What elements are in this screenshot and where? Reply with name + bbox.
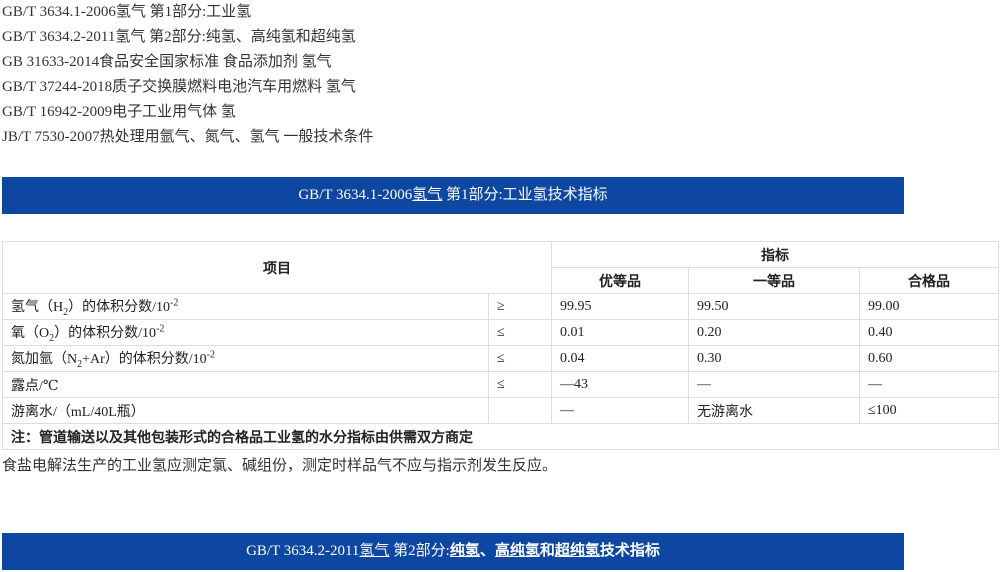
pure-hydrogen-link[interactable]: 纯氢 <box>450 543 480 559</box>
standard-item: JB/T 7530-2007热处理用氩气、氮气、氢气 一般技术条件 <box>2 129 374 145</box>
table-note-row: 注：管道输送以及其他包装形式的合格品工业氢的水分指标由供需双方商定 <box>2 423 999 450</box>
grade-header: 一等品 <box>688 267 860 294</box>
grade-header: 优等品 <box>551 267 689 294</box>
row-operator: ≤ <box>488 371 552 398</box>
table-row: 氮加氩（N2+Ar）的体积分数/10-2 ≤ 0.04 0.30 0.60 <box>2 345 999 372</box>
post-table-text: 食盐电解法生产的工业氢应测定氯、碱组份，测定时样品气不应与指示剂发生反应。 <box>2 458 558 474</box>
cell-value: 0.20 <box>688 319 860 346</box>
hydrogen-link[interactable]: 氢气 <box>359 543 389 559</box>
standard-item: GB/T 3634.1-2006氢气 第1部分:工业氢 <box>2 4 252 20</box>
row-label: 氢气（H2）的体积分数/10-2 <box>2 293 489 320</box>
table-row: 氧（O2）的体积分数/10-2 ≤ 0.01 0.20 0.40 <box>2 319 999 346</box>
cell-value: ≤100 <box>859 397 999 424</box>
row-label: 露点/℃ <box>2 371 489 398</box>
standard-item: GB/T 37244-2018质子交换膜燃料电池汽车用燃料 氢气 <box>2 79 356 95</box>
row-operator: ≥ <box>488 293 552 320</box>
cell-value: — <box>688 371 860 398</box>
cell-value: 0.30 <box>688 345 860 372</box>
cell-value: 99.50 <box>688 293 860 320</box>
section-banner-industrial: GB/T 3634.1-2006氢气 第1部分:工业氢技术指标 <box>2 177 904 214</box>
cell-value: 99.95 <box>551 293 689 320</box>
cell-value: — <box>859 371 999 398</box>
grade-header: 合格品 <box>859 267 999 294</box>
cell-value: —43 <box>551 371 689 398</box>
hydrogen-link[interactable]: 氢气 <box>412 187 442 203</box>
row-operator <box>488 397 552 424</box>
row-operator: ≤ <box>488 345 552 372</box>
standard-item: GB/T 16942-2009电子工业用气体 氢 <box>2 104 236 120</box>
row-label: 氮加氩（N2+Ar）的体积分数/10-2 <box>2 345 489 372</box>
table-note: 注：管道输送以及其他包装形式的合格品工业氢的水分指标由供需双方商定 <box>2 423 999 450</box>
cell-value: 无游离水 <box>688 397 860 424</box>
cell-value: 0.01 <box>551 319 689 346</box>
cell-value: 0.04 <box>551 345 689 372</box>
row-label: 氧（O2）的体积分数/10-2 <box>2 319 489 346</box>
row-label: 游离水/（mL/40L瓶） <box>2 397 489 424</box>
high-purity-hydrogen-link[interactable]: 高纯氢 <box>495 543 540 559</box>
col-header-item: 项目 <box>2 241 552 294</box>
banner-std-code: GB/T 3634.1-2006 <box>298 187 413 203</box>
table-row: 氢气（H2）的体积分数/10-2 ≥ 99.95 99.50 99.00 <box>2 293 999 320</box>
ultra-pure-hydrogen-link[interactable]: 超纯氢 <box>555 543 600 559</box>
cell-value: — <box>551 397 689 424</box>
standards-list: GB/T 3634.1-2006氢气 第1部分:工业氢 GB/T 3634.2-… <box>2 0 373 150</box>
row-operator: ≤ <box>488 319 552 346</box>
table-row: 游离水/（mL/40L瓶） — 无游离水 ≤100 <box>2 397 999 424</box>
spec-table: 项目 指标 优等品 一等品 合格品 氢气（H2）的体积分数/10-2 ≥ 99.… <box>2 241 999 450</box>
cell-value: 0.60 <box>859 345 999 372</box>
section-banner-pure: GB/T 3634.2-2011氢气 第2部分:纯氢、高纯氢和超纯氢技术指标 <box>2 533 904 570</box>
banner-title: 第1部分:工业氢技术指标 <box>442 187 608 203</box>
standard-item: GB/T 3634.2-2011氢气 第2部分:纯氢、高纯氢和超纯氢 <box>2 29 356 45</box>
banner-std-code: GB/T 3634.2-2011 <box>246 543 360 559</box>
cell-value: 99.00 <box>859 293 999 320</box>
standard-item: GB 31633-2014食品安全国家标准 食品添加剂 氢气 <box>2 54 332 70</box>
table-row: 露点/℃ ≤ —43 — — <box>2 371 999 398</box>
banner-part: 第2部分: <box>389 543 450 559</box>
cell-value: 0.40 <box>859 319 999 346</box>
col-header-spec: 指标 <box>551 241 999 268</box>
